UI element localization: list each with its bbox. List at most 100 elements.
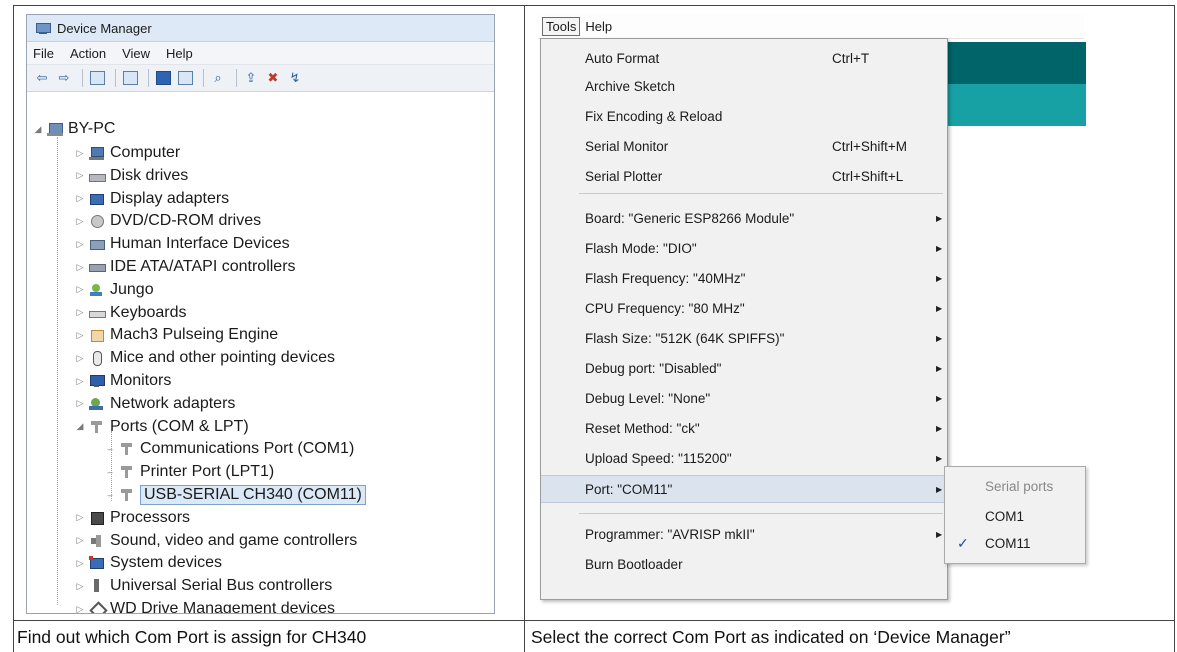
expand-arrow-icon[interactable]: ▷ bbox=[75, 170, 85, 181]
expand-arrow-icon[interactable]: ▷ bbox=[75, 262, 85, 273]
tree-category-item[interactable]: ▷ Network adapters bbox=[75, 394, 236, 414]
expand-arrow-icon[interactable]: ▷ bbox=[75, 535, 85, 546]
properties-icon[interactable] bbox=[121, 70, 139, 86]
back-arrow-icon[interactable]: ⇦ bbox=[33, 70, 51, 86]
tree-category-item[interactable]: ▷ Human Interface Devices bbox=[75, 234, 290, 254]
tree-category-item[interactable]: ▷ Display adapters bbox=[75, 189, 230, 209]
tools-menu-item[interactable]: CPU Frequency: "80 MHz" ▶ bbox=[541, 295, 947, 321]
menu-item-label: Archive Sketch bbox=[585, 78, 676, 94]
tree-connector: – bbox=[107, 467, 113, 478]
expand-arrow-icon[interactable]: ▷ bbox=[75, 353, 85, 364]
forward-arrow-icon[interactable]: ⇨ bbox=[55, 70, 73, 86]
expand-arrow-icon[interactable]: ▷ bbox=[75, 284, 85, 295]
port-option-com11[interactable]: ✓ COM11 bbox=[945, 530, 1085, 556]
tools-menu-item[interactable]: Serial Plotter Ctrl+Shift+L bbox=[541, 163, 947, 189]
tools-menu-item[interactable]: Debug Level: "None" ▶ bbox=[541, 385, 947, 411]
tools-menu-item[interactable]: Burn Bootloader bbox=[541, 551, 947, 577]
expand-arrow-icon[interactable]: ▷ bbox=[75, 512, 85, 523]
tree-category-item[interactable]: ▷ IDE ATA/ATAPI controllers bbox=[75, 257, 296, 277]
port-submenu: Serial ports COM1 ✓ COM11 bbox=[944, 466, 1086, 564]
expand-arrow-icon[interactable]: ▷ bbox=[75, 398, 85, 409]
tree-category-item[interactable]: ▷ System devices bbox=[75, 553, 223, 573]
menu-action[interactable]: Action bbox=[70, 46, 106, 61]
tree-category-item[interactable]: ▷ Sound, video and game controllers bbox=[75, 531, 358, 551]
view-icon[interactable] bbox=[176, 70, 194, 86]
device-manager-title: Device Manager bbox=[57, 20, 152, 36]
expand-arrow-icon[interactable]: ▷ bbox=[75, 376, 85, 387]
tree-item-label: Human Interface Devices bbox=[110, 235, 290, 253]
tree-root[interactable]: ◢ BY-PC bbox=[33, 119, 116, 139]
expand-arrow-icon[interactable]: ▷ bbox=[75, 148, 85, 159]
submenu-arrow-icon: ▶ bbox=[936, 243, 943, 253]
expand-arrow-icon[interactable]: ▷ bbox=[75, 330, 85, 341]
uninstall-device-icon[interactable]: ✖ bbox=[264, 70, 282, 86]
tools-menu-item[interactable]: Flash Mode: "DIO" ▶ bbox=[541, 235, 947, 261]
tree-item-label: WD Drive Management devices bbox=[110, 600, 335, 614]
tree-category-item[interactable]: ▷ Jungo bbox=[75, 280, 154, 300]
tools-menu-item[interactable]: Upload Speed: "115200" ▶ bbox=[541, 445, 947, 471]
tools-menu-item[interactable]: Serial Monitor Ctrl+Shift+M bbox=[541, 133, 947, 159]
tools-menu-item[interactable]: Archive Sketch bbox=[541, 73, 947, 99]
device-manager-toolbar: ⇦ ⇨ ⌕ ⇪ ✖ ↯ bbox=[27, 65, 494, 92]
tools-menu-item[interactable]: Reset Method: "ck" ▶ bbox=[541, 415, 947, 441]
collapse-arrow-icon[interactable]: ◢ bbox=[33, 124, 43, 135]
tree-category-item[interactable]: ◢ Ports (COM & LPT) bbox=[75, 417, 249, 437]
tree-category-item[interactable]: ▷ Universal Serial Bus controllers bbox=[75, 576, 333, 596]
tree-child-item[interactable]: – Communications Port (COM1) bbox=[105, 439, 354, 459]
tools-menu-item[interactable]: Flash Size: "512K (64K SPIFFS)" ▶ bbox=[541, 325, 947, 351]
menu-item-label: Burn Bootloader bbox=[585, 556, 683, 572]
menu-separator bbox=[579, 513, 943, 514]
tree-category-item[interactable]: ▷ Disk drives bbox=[75, 166, 189, 186]
tree-child-item[interactable]: – USB-SERIAL CH340 (COM11) bbox=[105, 485, 366, 505]
collapse-arrow-icon[interactable]: ◢ bbox=[75, 421, 85, 432]
tree-category-item[interactable]: ▷ DVD/CD-ROM drives bbox=[75, 211, 262, 231]
device-manager-icon bbox=[35, 21, 51, 35]
menu-help[interactable]: Help bbox=[166, 46, 193, 61]
scan-hardware-icon[interactable]: ⌕ bbox=[209, 70, 227, 86]
tools-menu-item[interactable]: Auto Format Ctrl+T bbox=[541, 45, 947, 71]
tree-category-item[interactable]: ▷ Processors bbox=[75, 508, 191, 528]
submenu-arrow-icon: ▶ bbox=[936, 484, 943, 494]
tree-category-item[interactable]: ▷ Mice and other pointing devices bbox=[75, 348, 335, 368]
tools-menu-item[interactable]: Port: "COM11" ▶ bbox=[541, 475, 947, 503]
show-hide-console-tree-icon[interactable] bbox=[88, 70, 106, 86]
port-icon bbox=[89, 420, 105, 434]
expand-arrow-icon[interactable]: ▷ bbox=[75, 581, 85, 592]
port-icon bbox=[119, 465, 135, 479]
menu-file[interactable]: File bbox=[33, 46, 54, 61]
tools-menu-item[interactable]: Board: "Generic ESP8266 Module" ▶ bbox=[541, 205, 947, 231]
menu-item-shortcut: Ctrl+Shift+M bbox=[832, 138, 908, 154]
tree-category-item[interactable]: ▷ Monitors bbox=[75, 371, 172, 391]
table-column-divider bbox=[524, 5, 525, 652]
tree-category-item[interactable]: ▷ Computer bbox=[75, 143, 181, 163]
tools-menu[interactable]: Tools bbox=[542, 16, 581, 36]
processor-icon bbox=[89, 511, 105, 525]
display-adapter-icon bbox=[89, 192, 105, 206]
tools-menu-item[interactable]: Debug port: "Disabled" ▶ bbox=[541, 355, 947, 381]
tree-category-item[interactable]: ▷ WD Drive Management devices bbox=[75, 599, 335, 614]
tools-menu-item[interactable]: Programmer: "AVRISP mkII" ▶ bbox=[541, 521, 947, 547]
expand-arrow-icon[interactable]: ▷ bbox=[75, 604, 85, 614]
menu-view[interactable]: View bbox=[122, 46, 150, 61]
expand-arrow-icon[interactable]: ▷ bbox=[75, 216, 85, 227]
tree-item-label: Jungo bbox=[110, 280, 154, 298]
tree-category-item[interactable]: ▷ Keyboards bbox=[75, 303, 187, 323]
tree-child-item[interactable]: – Printer Port (LPT1) bbox=[105, 462, 274, 482]
usb-icon bbox=[89, 579, 105, 593]
help-menu[interactable]: Help bbox=[585, 19, 612, 34]
tree-connector: – bbox=[107, 490, 113, 500]
update-driver-icon[interactable]: ⇪ bbox=[242, 70, 260, 86]
expand-arrow-icon[interactable]: ▷ bbox=[75, 239, 85, 250]
tree-item-label: Network adapters bbox=[110, 394, 236, 412]
tools-menu-item[interactable]: Flash Frequency: "40MHz" ▶ bbox=[541, 265, 947, 291]
tools-menu-item[interactable]: Fix Encoding & Reload bbox=[541, 103, 947, 129]
expand-arrow-icon[interactable]: ▷ bbox=[75, 558, 85, 569]
expand-arrow-icon[interactable]: ▷ bbox=[75, 193, 85, 204]
toolbar-separator bbox=[203, 69, 204, 87]
disable-device-icon[interactable]: ↯ bbox=[286, 70, 304, 86]
help-icon[interactable] bbox=[154, 70, 172, 86]
checkmark-icon: ✓ bbox=[957, 534, 969, 551]
tree-category-item[interactable]: ▷ Mach3 Pulseing Engine bbox=[75, 325, 279, 345]
expand-arrow-icon[interactable]: ▷ bbox=[75, 307, 85, 318]
port-option-com1[interactable]: COM1 bbox=[945, 503, 1085, 529]
